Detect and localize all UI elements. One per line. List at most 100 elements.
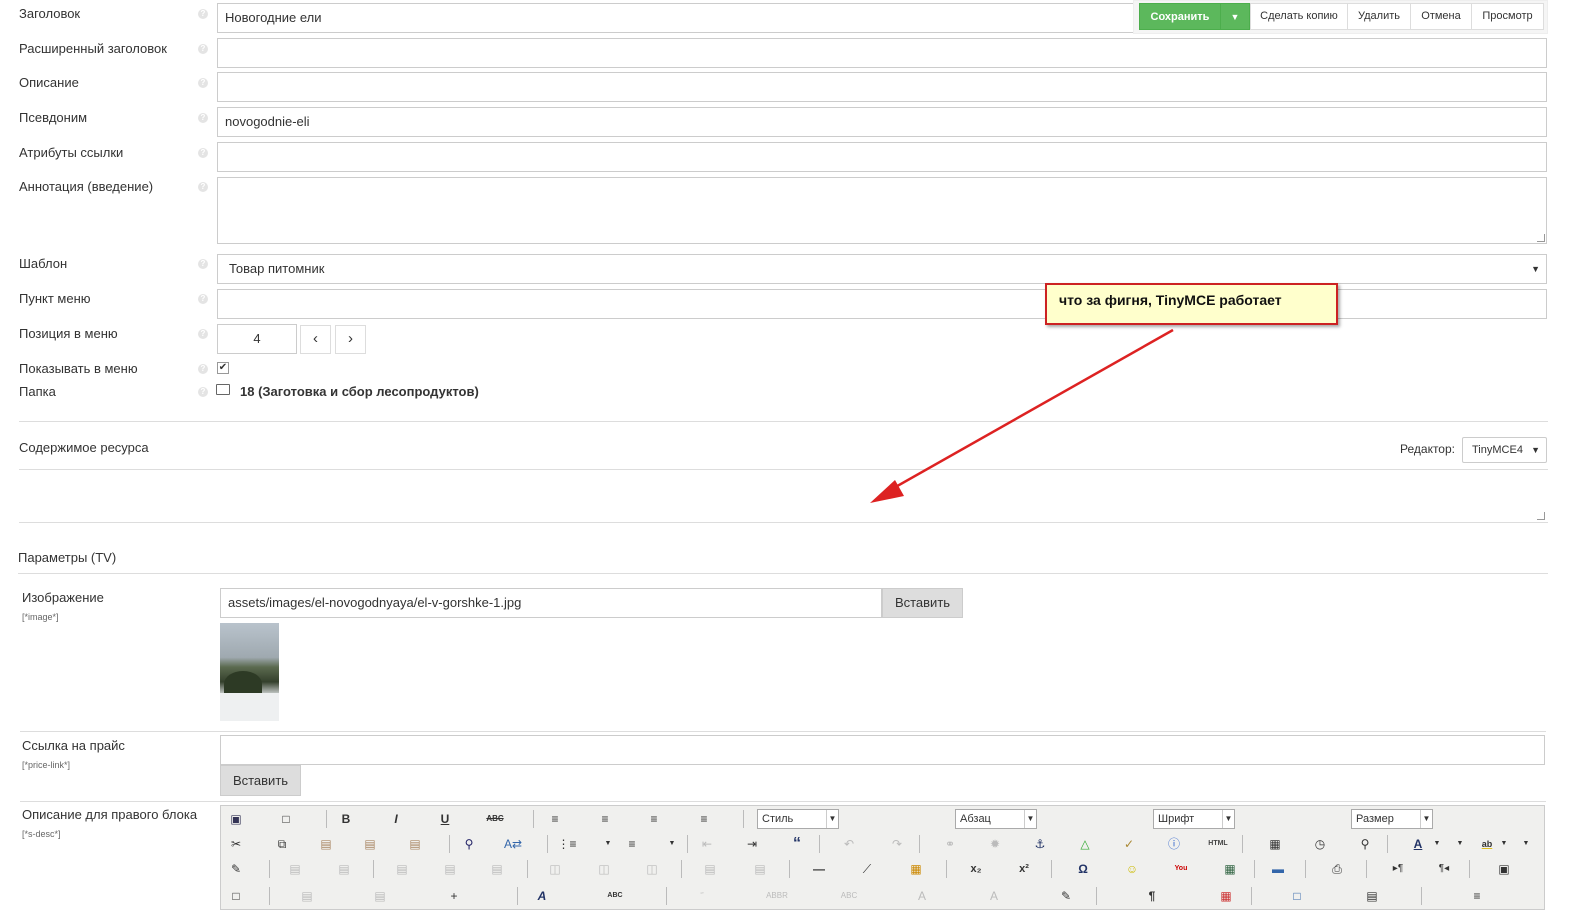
image-thumbnail[interactable]	[220, 623, 279, 721]
parent-value[interactable]: 18 (Заготовка и сбор лесопродуктов)	[240, 384, 479, 399]
help-icon[interactable]: ?	[198, 364, 208, 374]
tv-price-link-insert-button[interactable]: Вставить	[220, 765, 301, 796]
help-icon[interactable]: ?	[198, 259, 208, 269]
numbered-list-icon[interactable]: ≡	[621, 834, 643, 854]
help-circle-icon[interactable]: ⓘ	[1163, 834, 1185, 854]
indent-icon[interactable]: ⇥	[741, 834, 763, 854]
table-icon[interactable]: ▦	[905, 859, 927, 879]
align-justify-icon[interactable]: ≡	[693, 809, 715, 829]
italic-icon[interactable]: I	[385, 809, 407, 829]
save-button[interactable]: Сохранить	[1139, 3, 1221, 30]
strikethrough-icon[interactable]: ABC	[484, 809, 506, 829]
pagebreak-icon[interactable]: ▤	[1361, 886, 1383, 906]
horizontal-rule-icon[interactable]: —	[808, 859, 830, 879]
menuindex-next-button[interactable]: ›	[335, 325, 366, 354]
abbr-icon[interactable]: ABBR	[766, 886, 788, 906]
style-select[interactable]: Стиль ▼	[757, 809, 839, 829]
font-select[interactable]: Шрифт ▼	[1153, 809, 1235, 829]
outdent-icon[interactable]: ⇤	[696, 834, 718, 854]
advanced-hr-icon[interactable]: ▬	[1267, 859, 1289, 879]
table-cell-props-icon[interactable]: ▤	[333, 859, 355, 879]
introtext-textarea[interactable]	[217, 177, 1547, 244]
subscript-icon[interactable]: x₂	[965, 859, 987, 879]
ins-icon[interactable]: A	[983, 886, 1005, 906]
cite-icon[interactable]: ‘’	[691, 886, 713, 906]
media-icon[interactable]: ▦	[1219, 859, 1241, 879]
blockquote-block-icon[interactable]: ≡	[1466, 886, 1488, 906]
hidemenu-checkbox[interactable]: ✔	[217, 362, 229, 374]
spellcheck-icon[interactable]: ABC	[604, 886, 626, 906]
help-icon[interactable]: ?	[198, 387, 208, 397]
save-dropdown-button[interactable]: ▼	[1220, 3, 1250, 30]
delete-col-icon[interactable]: ◫	[641, 859, 663, 879]
paste-text-icon[interactable]: ▤	[359, 834, 381, 854]
tv-price-link-input[interactable]	[220, 735, 1545, 765]
save-icon[interactable]: ▣	[225, 809, 247, 829]
cut-icon[interactable]: ✂	[225, 834, 247, 854]
anchor-icon[interactable]: ⚓	[1029, 834, 1051, 854]
insert-layer-icon[interactable]: +	[443, 886, 465, 906]
undo-icon[interactable]: ↶	[838, 834, 860, 854]
layer-move-icon[interactable]: ▤	[369, 886, 391, 906]
attribs-icon[interactable]: ✎	[1055, 886, 1077, 906]
menutitle-input[interactable]	[217, 289, 1547, 319]
fullscreen-icon[interactable]: ▣	[1493, 859, 1515, 879]
help-icon[interactable]: ?	[198, 148, 208, 158]
acronym-icon[interactable]: ABC	[838, 886, 860, 906]
caret-down-icon[interactable]: ▼	[661, 834, 683, 854]
link-attrs-input[interactable]	[217, 142, 1547, 172]
print-icon[interactable]: ⎙	[1326, 859, 1348, 879]
insert-col-before-icon[interactable]: ◫	[544, 859, 566, 879]
duplicate-button[interactable]: Сделать копию	[1250, 3, 1348, 30]
menuindex-input[interactable]: 4	[217, 324, 297, 354]
underline-icon[interactable]: U	[434, 809, 456, 829]
help-icon[interactable]: ?	[198, 294, 208, 304]
help-icon[interactable]: ?	[198, 113, 208, 123]
superscript-icon[interactable]: x²	[1013, 859, 1035, 879]
copy-icon[interactable]: ⧉	[271, 834, 293, 854]
help-icon[interactable]: ?	[198, 78, 208, 88]
content-textarea[interactable]	[19, 470, 1548, 523]
nonbreaking-icon[interactable]: ▦	[1215, 886, 1237, 906]
delete-button[interactable]: Удалить	[1347, 3, 1411, 30]
blockquote-icon[interactable]: “	[786, 834, 808, 854]
editor-select[interactable]: TinyMCE4 ▼	[1462, 437, 1547, 463]
tv-image-insert-button[interactable]: Вставить	[882, 588, 963, 618]
del-icon[interactable]: A	[911, 886, 933, 906]
merge-cells-icon[interactable]: ▤	[749, 859, 771, 879]
insert-row-after-icon[interactable]: ▤	[439, 859, 461, 879]
align-left-icon[interactable]: ≡	[544, 809, 566, 829]
link-icon[interactable]: ⚭	[939, 834, 961, 854]
alias-input[interactable]: novogodnie-eli	[217, 107, 1547, 137]
table-row-props-icon[interactable]: ▤	[284, 859, 306, 879]
template-select[interactable]: Товар питомник ▼	[217, 254, 1547, 284]
preview-button[interactable]: Просмотр	[1471, 3, 1544, 30]
template-icon[interactable]: □	[1286, 886, 1308, 906]
visual-chars-icon[interactable]: ¶	[1141, 886, 1163, 906]
bold-icon[interactable]: B	[335, 809, 357, 829]
size-select[interactable]: Размер ▼	[1351, 809, 1433, 829]
redo-icon[interactable]: ↷	[886, 834, 908, 854]
find-icon[interactable]: ⚲	[458, 834, 480, 854]
styleprops-icon[interactable]: A	[531, 886, 553, 906]
preview-icon[interactable]: ⚲	[1354, 834, 1376, 854]
format-select[interactable]: Абзац ▼	[955, 809, 1037, 829]
rtl-icon[interactable]: ¶◂	[1433, 859, 1455, 879]
caret-down-icon[interactable]: ▼	[1515, 834, 1537, 854]
remove-format-icon[interactable]: ⟋	[856, 859, 878, 879]
help-icon[interactable]: ?	[198, 182, 208, 192]
paste-icon[interactable]: ▤	[315, 834, 337, 854]
insert-time-icon[interactable]: ◷	[1309, 834, 1331, 854]
ltr-icon[interactable]: ▸¶	[1387, 859, 1409, 879]
align-center-icon[interactable]: ≡	[594, 809, 616, 829]
new-document-icon[interactable]: □	[275, 809, 297, 829]
unlink-icon[interactable]: ✹	[984, 834, 1006, 854]
layer-icon[interactable]: ▤	[296, 886, 318, 906]
longtitle-input[interactable]	[217, 38, 1547, 68]
description-input[interactable]	[217, 72, 1547, 102]
youtube-icon[interactable]: You	[1170, 859, 1192, 879]
special-char-icon[interactable]: Ω	[1072, 859, 1094, 879]
emoticon-icon[interactable]: ☺	[1121, 859, 1143, 879]
html-icon[interactable]: HTML	[1207, 834, 1229, 854]
help-icon[interactable]: ?	[198, 44, 208, 54]
